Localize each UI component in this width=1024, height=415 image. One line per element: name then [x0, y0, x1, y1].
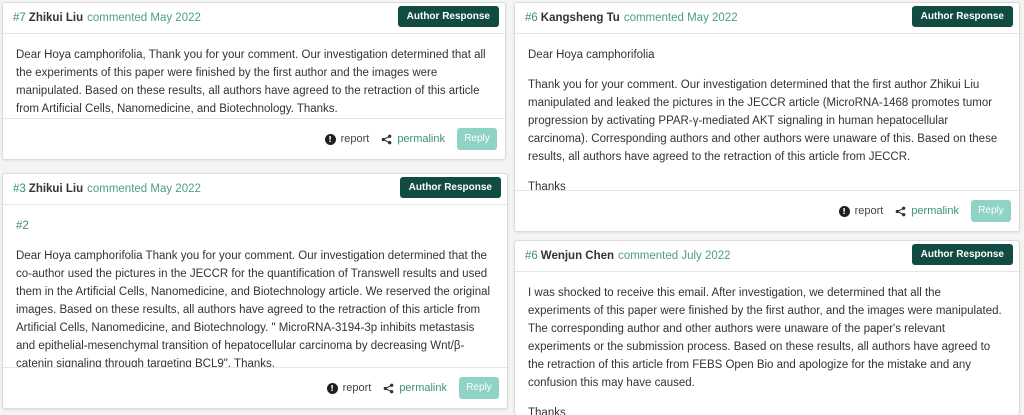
- report-icon: !: [326, 382, 338, 394]
- comment-header: #6 Kangsheng Tu commented May 2022 Autho…: [515, 3, 1019, 34]
- author-response-badge: Author Response: [399, 177, 501, 198]
- permalink-link[interactable]: permalink: [895, 205, 959, 217]
- report-label: report: [342, 382, 372, 394]
- comment-card: #7 Zhikui Liu commented May 2022 Author …: [2, 2, 506, 160]
- author-response-badge: Author Response: [397, 6, 499, 27]
- share-icon: [383, 383, 394, 393]
- report-link[interactable]: ! report: [326, 382, 372, 394]
- report-link[interactable]: ! report: [838, 205, 884, 217]
- comment-body: I was shocked to receive this email. Aft…: [515, 272, 1019, 415]
- comment-text: Dear Hoya camphorifolia Thank you for yo…: [16, 250, 491, 370]
- comment-header: #3 Zhikui Liu commented May 2022 Author …: [3, 174, 507, 205]
- comment-date: commented May 2022: [87, 183, 201, 195]
- reply-reference-link[interactable]: #2: [16, 217, 494, 235]
- report-icon: !: [324, 133, 336, 145]
- comment-text: I was shocked to receive this email. Aft…: [528, 287, 1002, 389]
- share-icon: [895, 206, 906, 216]
- comment-text: Dear Hoya camphorifolia: [528, 49, 655, 61]
- comment-body: #2 Dear Hoya camphorifolia Thank you for…: [3, 205, 507, 373]
- permalink-label: permalink: [911, 205, 959, 217]
- reply-button[interactable]: Reply: [457, 128, 497, 150]
- permalink-label: permalink: [397, 133, 445, 145]
- comment-text: Thank you for your comment. Our investig…: [528, 79, 998, 163]
- permalink-label: permalink: [399, 382, 447, 394]
- comment-header: #7 Zhikui Liu commented May 2022 Author …: [3, 3, 505, 34]
- comment-number[interactable]: #3: [13, 183, 26, 195]
- comment-card: #6 Wenjun Chen commented July 2022 Autho…: [514, 240, 1020, 415]
- comment-number[interactable]: #6: [525, 250, 538, 262]
- comment-footer: ! report permalink Reply: [3, 367, 507, 408]
- report-link[interactable]: ! report: [324, 133, 370, 145]
- comment-author[interactable]: Kangsheng Tu: [541, 12, 620, 24]
- permalink-link[interactable]: permalink: [383, 382, 447, 394]
- comment-date: commented May 2022: [623, 12, 738, 24]
- comment-date: commented May 2022: [87, 12, 201, 24]
- permalink-link[interactable]: permalink: [381, 133, 445, 145]
- comment-text: Thanks: [528, 407, 566, 415]
- comment-footer: ! report permalink Reply: [3, 118, 505, 159]
- comment-card: #3 Zhikui Liu commented May 2022 Author …: [2, 173, 508, 409]
- comment-author[interactable]: Wenjun Chen: [541, 250, 614, 262]
- report-icon: !: [838, 205, 850, 217]
- comment-card: #6 Kangsheng Tu commented May 2022 Autho…: [514, 2, 1020, 232]
- comment-number[interactable]: #6: [525, 12, 538, 24]
- comment-body: Dear Hoya camphorifolia Thank you for yo…: [515, 34, 1019, 196]
- comment-text: Dear Hoya camphorifolia, Thank you for y…: [16, 49, 486, 115]
- comment-header: #6 Wenjun Chen commented July 2022 Autho…: [515, 241, 1019, 272]
- author-response-badge: Author Response: [911, 6, 1013, 27]
- comment-author[interactable]: Zhikui Liu: [29, 183, 83, 195]
- comment-footer: ! report permalink Reply: [515, 190, 1019, 231]
- comment-body: Dear Hoya camphorifolia, Thank you for y…: [3, 34, 505, 118]
- comment-date: commented July 2022: [618, 250, 731, 262]
- author-response-badge: Author Response: [911, 244, 1013, 265]
- share-icon: [381, 134, 392, 144]
- reply-button[interactable]: Reply: [971, 200, 1011, 222]
- reply-button[interactable]: Reply: [459, 377, 499, 399]
- report-label: report: [340, 133, 370, 145]
- comment-author[interactable]: Zhikui Liu: [29, 12, 83, 24]
- report-label: report: [854, 205, 884, 217]
- comment-number[interactable]: #7: [13, 12, 26, 24]
